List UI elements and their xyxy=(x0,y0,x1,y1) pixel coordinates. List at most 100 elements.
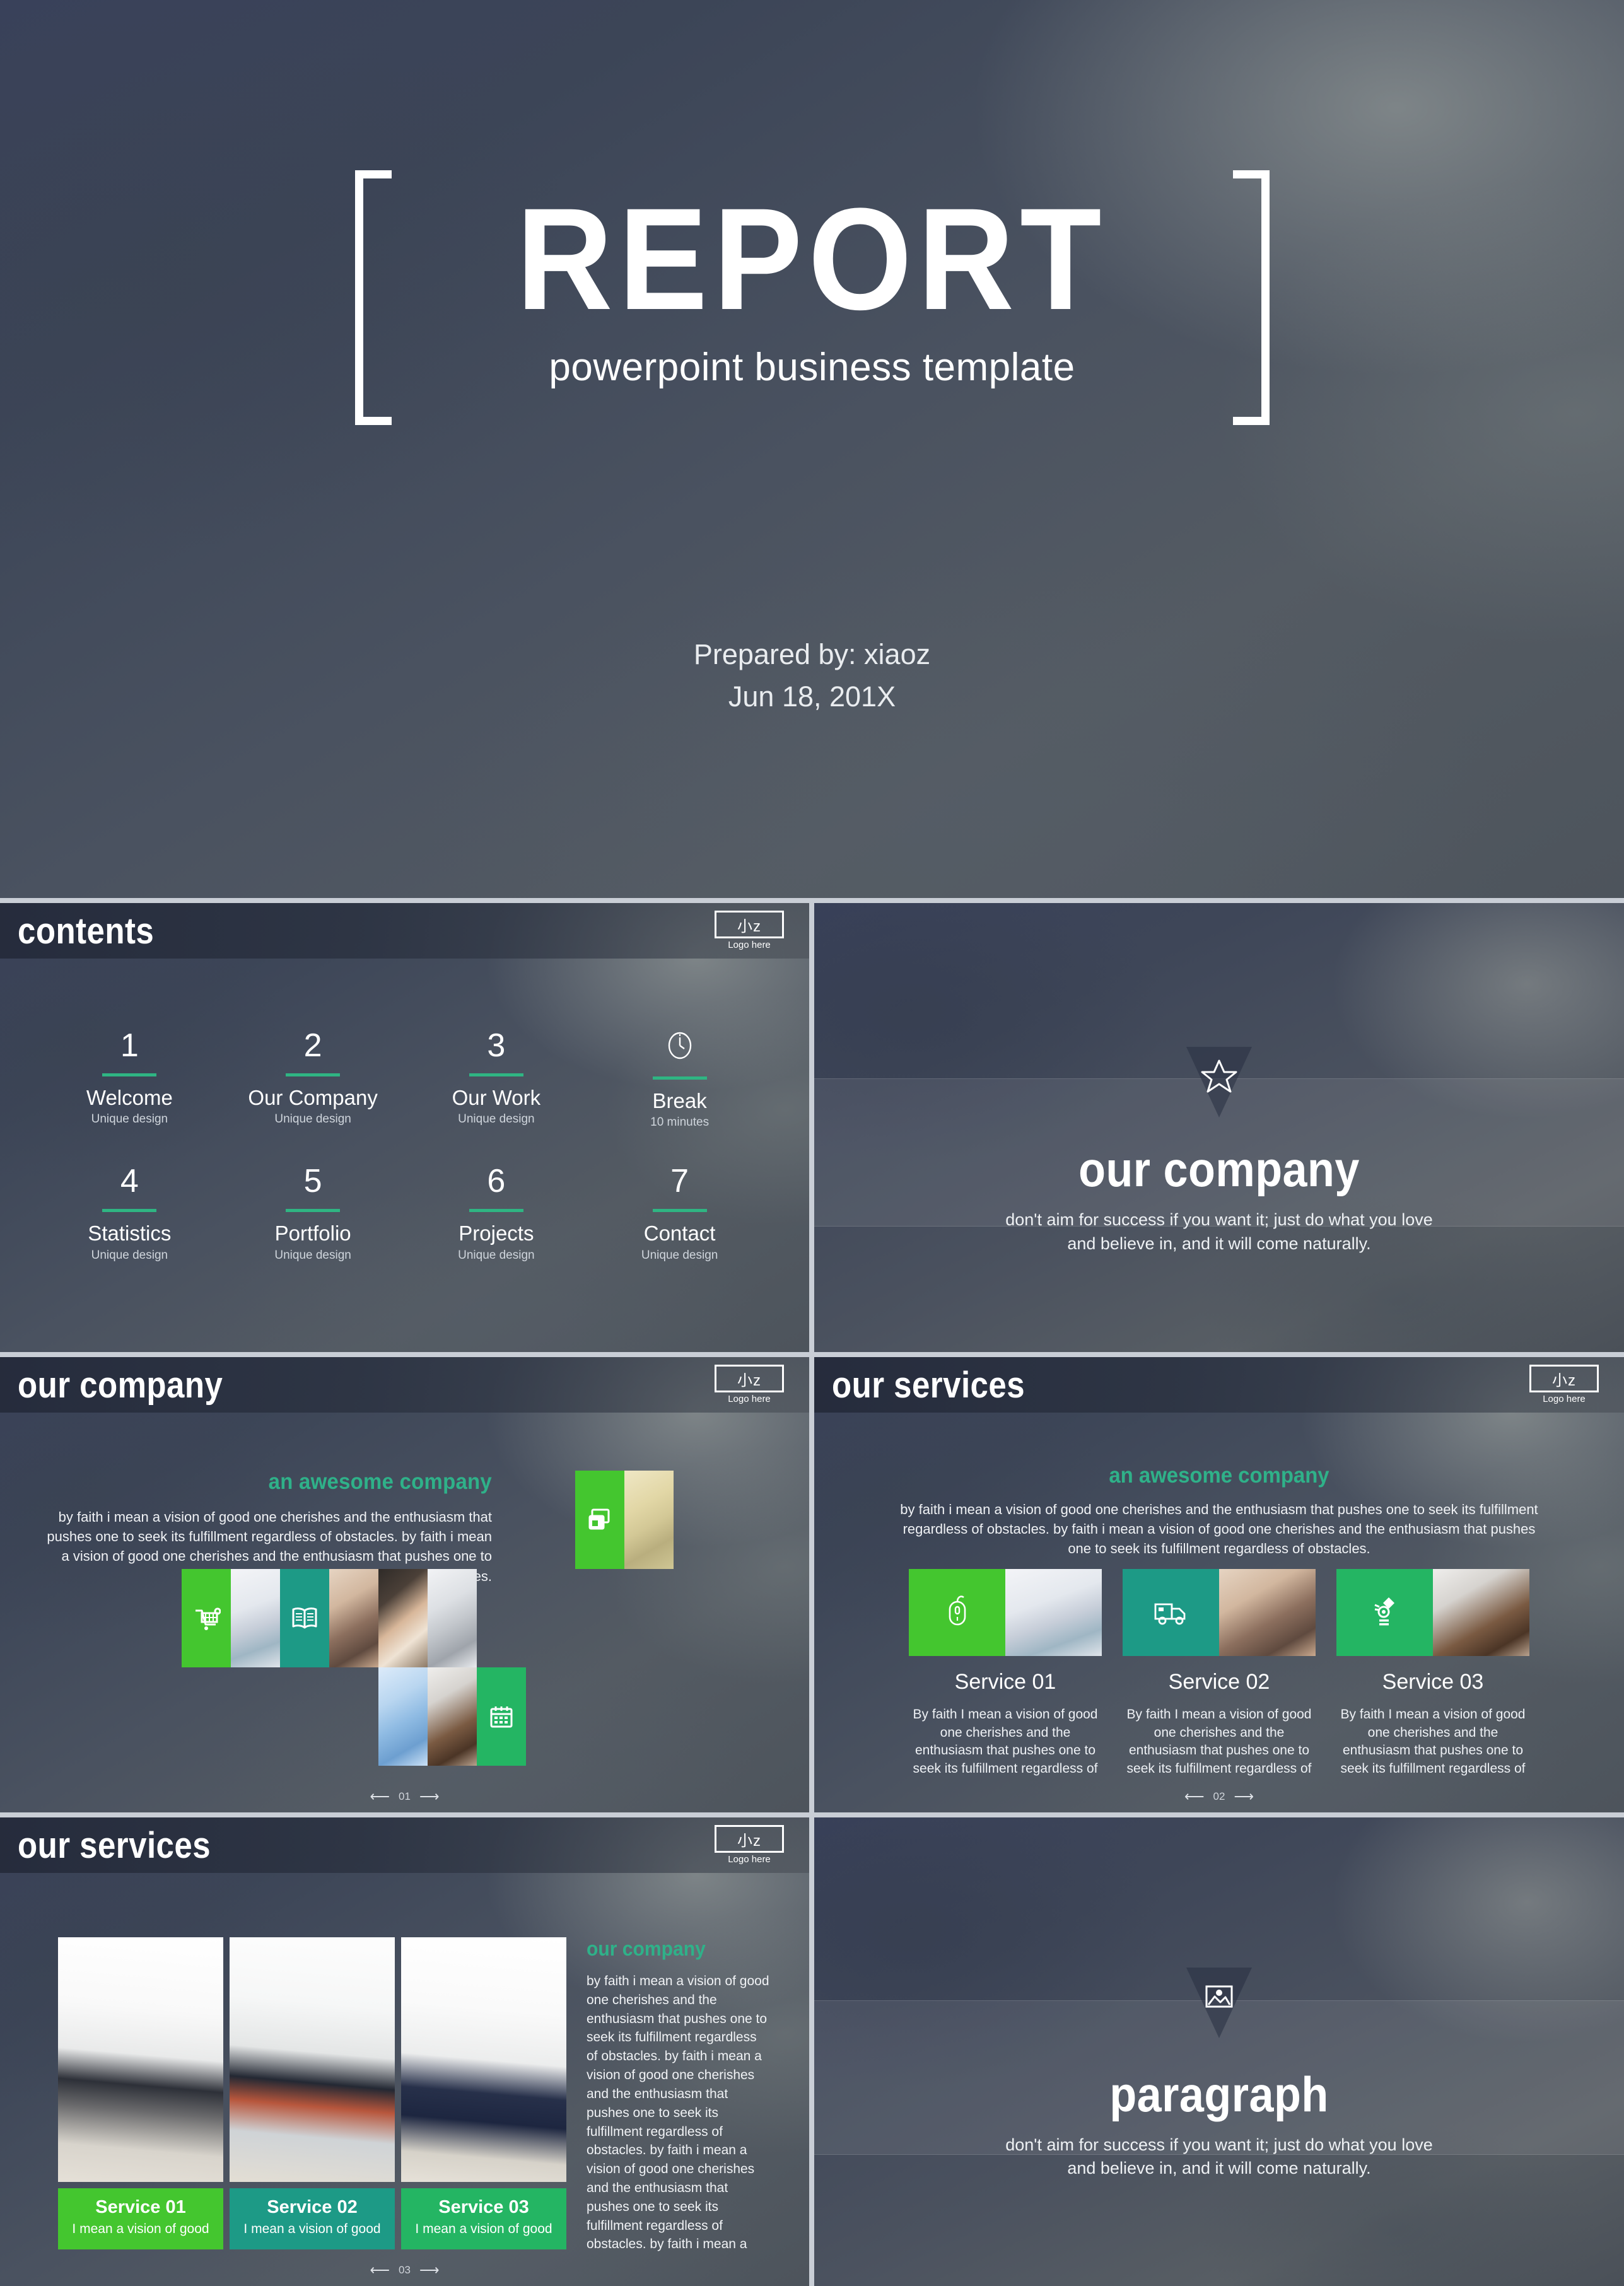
clock-icon xyxy=(663,1029,696,1062)
cards-icon xyxy=(588,1508,610,1530)
prev-page-arrow-icon[interactable]: ⟵ xyxy=(1184,1790,1205,1804)
toc-item-statistics[interactable]: 4 Statistics Unique design xyxy=(38,1165,221,1262)
toc-number: 6 xyxy=(487,1163,506,1200)
section-title: paragraph xyxy=(1109,2066,1329,2122)
toc-note: Unique design xyxy=(641,1248,718,1262)
cards-icon-tile[interactable] xyxy=(575,1471,624,1569)
photo-interior-01 xyxy=(58,1937,223,2182)
slide-deck-preview: REPORT powerpoint business template Prep… xyxy=(0,0,1624,2286)
room-badge[interactable]: Service 03 I mean a vision of good xyxy=(401,2188,566,2249)
bulb-icon-tile[interactable] xyxy=(1336,1569,1433,1656)
cover-title: REPORT xyxy=(517,178,1107,340)
slide-our-services-rooms[interactable]: our services 小z Logo here Service 01 I m… xyxy=(0,1817,809,2286)
mouse-icon-tile[interactable] xyxy=(909,1569,1005,1656)
toc-divider xyxy=(652,1209,707,1213)
bracket-right-icon xyxy=(1232,170,1270,425)
section-title: our company xyxy=(1078,1141,1360,1198)
room-badge[interactable]: Service 02 I mean a vision of good xyxy=(230,2188,395,2249)
room-card-03[interactable]: Service 03 I mean a vision of good xyxy=(401,1937,566,2249)
next-page-arrow-icon[interactable]: ⟶ xyxy=(419,2263,440,2277)
toc-divider xyxy=(286,1073,341,1076)
prev-page-arrow-icon[interactable]: ⟵ xyxy=(370,2263,390,2277)
room-note: I mean a vision of good xyxy=(415,2222,552,2236)
logo-mark: 小z xyxy=(715,1825,784,1853)
toc-item-welcome[interactable]: 1 Welcome Unique design xyxy=(38,1029,221,1129)
logo-caption: Logo here xyxy=(728,1854,771,1865)
toc-number: 3 xyxy=(487,1027,506,1064)
photo-hand-chart xyxy=(378,1569,428,1667)
section-quote: don't aim for success if you want it; ju… xyxy=(814,1208,1624,1256)
photo-desk xyxy=(329,1569,378,1667)
cart-icon-tile[interactable] xyxy=(182,1569,231,1667)
service-thumb xyxy=(1123,1569,1316,1656)
logo-placeholder[interactable]: 小z Logo here xyxy=(715,1825,784,1865)
toc-note: 10 minutes xyxy=(650,1116,710,1129)
toc-item-contact[interactable]: 7 Contact Unique design xyxy=(588,1165,771,1262)
service-card-02[interactable]: Service 02 By faith I mean a vision of g… xyxy=(1123,1569,1316,1778)
cover-prepared-by: Prepared by: xiaoz xyxy=(693,638,931,670)
toc-note: Unique design xyxy=(91,1112,168,1126)
calendar-icon-tile[interactable] xyxy=(477,1667,526,1766)
prev-page-arrow-icon[interactable]: ⟵ xyxy=(370,1790,390,1804)
truck-icon-tile[interactable] xyxy=(1123,1569,1219,1656)
rooms-body: by faith i mean a vision of good one che… xyxy=(587,1974,769,2252)
page-title: our company xyxy=(18,1364,223,1406)
room-badge[interactable]: Service 01 I mean a vision of good xyxy=(58,2188,223,2249)
toc-item-break[interactable]: Break 10 minutes xyxy=(588,1029,771,1129)
next-page-arrow-icon[interactable]: ⟶ xyxy=(419,1790,440,1804)
logo-mark: 小z xyxy=(715,911,784,938)
toc-item-portfolio[interactable]: 5 Portfolio Unique design xyxy=(221,1165,405,1262)
toc-item-our-company[interactable]: 2 Our Company Unique design xyxy=(221,1029,405,1129)
photo-desk xyxy=(1219,1569,1316,1656)
cart-icon xyxy=(196,1607,221,1630)
rooms-heading: our company xyxy=(587,1937,706,1960)
logo-mark: 小z xyxy=(1529,1365,1599,1392)
service-card-01[interactable]: Service 01 By faith I mean a vision of g… xyxy=(909,1569,1102,1778)
room-title: Service 02 xyxy=(267,2197,358,2217)
service-card-03[interactable]: Service 03 By faith I mean a vision of g… xyxy=(1336,1569,1529,1778)
services-pager[interactable]: ⟵ 02 ⟶ xyxy=(814,1790,1624,1804)
calendar-icon xyxy=(490,1706,513,1728)
photo-plane xyxy=(231,1569,280,1667)
toc-label: Welcome xyxy=(86,1086,173,1109)
service-title: Service 01 xyxy=(954,1670,1056,1694)
image-icon xyxy=(1200,1977,1239,2016)
company-image-mosaic xyxy=(182,1471,674,1766)
toc-note: Unique design xyxy=(458,1248,535,1262)
service-title: Service 03 xyxy=(1382,1670,1484,1694)
services-rooms-header: our services xyxy=(0,1817,809,1873)
photo-plane xyxy=(1005,1569,1102,1656)
toc-item-our-work[interactable]: 3 Our Work Unique design xyxy=(405,1029,588,1129)
room-title: Service 01 xyxy=(95,2197,186,2217)
page-number: 03 xyxy=(399,2264,411,2276)
section-quote: don't aim for success if you want it; ju… xyxy=(814,2133,1624,2181)
slide-our-services-cards[interactable]: our services 小z Logo here an awesome com… xyxy=(814,1357,1624,1812)
logo-caption: Logo here xyxy=(728,1394,771,1404)
toc-divider xyxy=(469,1073,523,1076)
slide-section-our-company[interactable]: our company don't aim for success if you… xyxy=(814,903,1624,1352)
room-card-02[interactable]: Service 02 I mean a vision of good xyxy=(230,1937,395,2249)
slide-section-paragraph[interactable]: paragraph don't aim for success if you w… xyxy=(814,1817,1624,2286)
slide-cover[interactable]: REPORT powerpoint business template Prep… xyxy=(0,0,1624,898)
services-card-row: Service 01 By faith I mean a vision of g… xyxy=(909,1569,1529,1778)
service-thumb xyxy=(1336,1569,1529,1656)
service-title: Service 02 xyxy=(1168,1670,1270,1694)
book-icon-tile[interactable] xyxy=(280,1569,329,1667)
logo-placeholder[interactable]: 小z Logo here xyxy=(1529,1365,1599,1404)
cover-meta: Prepared by: xiaoz Jun 18, 201X xyxy=(694,633,930,718)
rooms-pager[interactable]: ⟵ 03 ⟶ xyxy=(0,2263,809,2277)
cover-bracket-frame: REPORT powerpoint business template xyxy=(354,170,1270,425)
next-page-arrow-icon[interactable]: ⟶ xyxy=(1234,1790,1254,1804)
page-number: 02 xyxy=(1213,1790,1225,1802)
section-quote-line2: and believe in, and it will come natural… xyxy=(1067,2159,1371,2178)
slide-our-company[interactable]: our company 小z Logo here an awesome comp… xyxy=(0,1357,809,1812)
page-title: our services xyxy=(18,1824,211,1866)
toc-note: Unique design xyxy=(91,1248,168,1262)
logo-placeholder[interactable]: 小z Logo here xyxy=(715,1365,784,1404)
toc-label: Our Company xyxy=(248,1086,378,1109)
toc-item-projects[interactable]: 6 Projects Unique design xyxy=(405,1165,588,1262)
room-card-01[interactable]: Service 01 I mean a vision of good xyxy=(58,1937,223,2249)
company-pager[interactable]: ⟵ 01 ⟶ xyxy=(0,1790,809,1804)
logo-placeholder[interactable]: 小z Logo here xyxy=(715,911,784,950)
slide-contents[interactable]: contents 小z Logo here 1 Welcome Unique d… xyxy=(0,903,809,1352)
